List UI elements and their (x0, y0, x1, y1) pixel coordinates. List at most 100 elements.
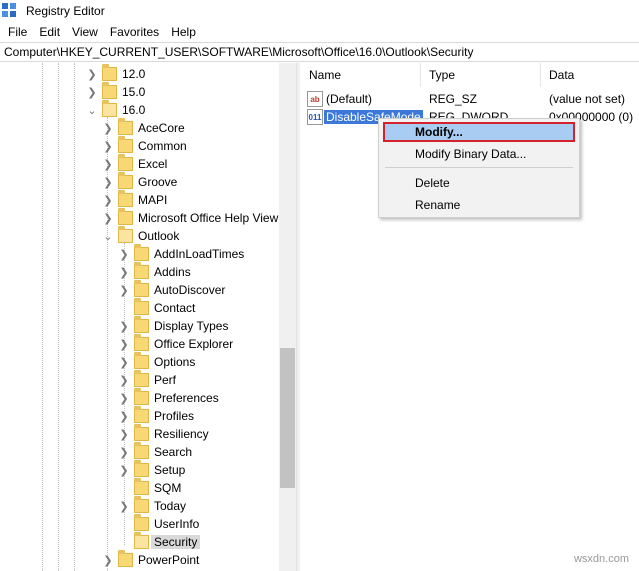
folder-icon (134, 442, 149, 459)
chevron-down-icon[interactable]: ⌄ (86, 101, 98, 119)
tree-item-excel[interactable]: ❯ Excel (102, 154, 168, 173)
tree-item-mapi[interactable]: ❯ MAPI (102, 190, 168, 209)
pane-splitter[interactable] (296, 63, 300, 571)
chevron-right-icon[interactable]: ❯ (118, 425, 130, 443)
chevron-right-icon[interactable]: ❯ (118, 281, 130, 299)
registry-tree[interactable]: ❯ 12.0 ❯ 15.0 ⌄ 16.0 ❯ AceCore ❯ Common … (0, 63, 296, 571)
menu-edit[interactable]: Edit (33, 25, 66, 39)
tree-item-label: Display Types (154, 319, 229, 333)
chevron-right-icon[interactable]: ❯ (118, 353, 130, 371)
tree-item-16-0[interactable]: ⌄ 16.0 (86, 100, 145, 119)
tree-item-label: Addins (154, 265, 191, 279)
column-header-type[interactable]: Type (421, 63, 541, 87)
menu-file[interactable]: File (2, 25, 33, 39)
chevron-right-icon[interactable]: ❯ (102, 119, 114, 137)
tree-item-resiliency[interactable]: ❯ Resiliency (118, 424, 209, 443)
address-path[interactable]: Computer\HKEY_CURRENT_USER\SOFTWARE\Micr… (4, 45, 473, 59)
tree-item-label: Preferences (154, 391, 219, 405)
tree-item-label: MAPI (138, 193, 168, 207)
address-bar[interactable]: Computer\HKEY_CURRENT_USER\SOFTWARE\Micr… (0, 42, 639, 62)
column-header-name[interactable]: Name (301, 63, 421, 87)
folder-icon (134, 298, 149, 315)
chevron-right-icon[interactable]: ❯ (102, 209, 114, 227)
column-header-data[interactable]: Data (541, 63, 639, 87)
menu-separator (385, 167, 573, 168)
tree-item-search[interactable]: ❯ Search (118, 442, 192, 461)
chevron-right-icon[interactable]: ❯ (118, 407, 130, 425)
context-menu: Modify... Modify Binary Data... Delete R… (378, 118, 580, 218)
chevron-right-icon[interactable]: ❯ (118, 389, 130, 407)
tree-item-15-0[interactable]: ❯ 15.0 (86, 82, 145, 101)
chevron-right-icon[interactable]: ❯ (102, 191, 114, 209)
chevron-right-icon[interactable]: ❯ (118, 317, 130, 335)
tree-item-today[interactable]: ❯ Today (118, 496, 187, 515)
tree-scrollbar[interactable] (279, 63, 296, 571)
menu-item-modify[interactable]: Modify... (383, 122, 575, 142)
menu-view[interactable]: View (66, 25, 104, 39)
chevron-right-icon[interactable]: ❯ (118, 335, 130, 353)
chevron-right-icon[interactable]: ❯ (102, 137, 114, 155)
tree-item-sqm[interactable]: ❯ SQM (118, 478, 181, 497)
tree-item-perf[interactable]: ❯ Perf (118, 370, 176, 389)
chevron-right-icon[interactable]: ❯ (118, 371, 130, 389)
tree-item-acecore[interactable]: ❯ AceCore (102, 118, 185, 137)
menu-bar: File Edit View Favorites Help (0, 22, 639, 42)
tree-item-userinfo[interactable]: ❯ UserInfo (118, 514, 200, 533)
chevron-right-icon[interactable]: ❯ (102, 155, 114, 173)
tree-item-security[interactable]: ❯ Security (118, 532, 201, 551)
folder-icon (118, 172, 133, 189)
chevron-right-icon[interactable]: ❯ (118, 443, 130, 461)
chevron-right-icon[interactable]: ❯ (102, 551, 114, 569)
tree-item-label: Profiles (154, 409, 195, 423)
tree-item-label: Setup (154, 463, 186, 477)
tree-scroll-thumb[interactable] (280, 348, 295, 488)
tree-guide-line (58, 63, 59, 571)
chevron-down-icon[interactable]: ⌄ (102, 227, 114, 245)
tree-item-office-help-viewer[interactable]: ❯ Microsoft Office Help View (102, 208, 278, 227)
chevron-right-icon[interactable]: ❯ (86, 83, 98, 101)
menu-item-delete[interactable]: Delete (383, 173, 575, 193)
folder-icon (118, 550, 133, 567)
tree-item-label: Excel (138, 157, 168, 171)
menu-item-modify-binary-data[interactable]: Modify Binary Data... (383, 144, 575, 164)
tree-item-outlook[interactable]: ⌄ Outlook (102, 226, 179, 245)
folder-icon (118, 208, 133, 225)
folder-icon (134, 406, 149, 423)
menu-help[interactable]: Help (165, 25, 202, 39)
tree-item-label: UserInfo (154, 517, 200, 531)
value-row-default[interactable]: ab (Default) REG_SZ (value not set) (301, 90, 639, 108)
menu-item-rename[interactable]: Rename (383, 195, 575, 215)
window-title: Registry Editor (26, 4, 105, 18)
tree-item-contact[interactable]: ❯ Contact (118, 298, 195, 317)
tree-item-groove[interactable]: ❯ Groove (102, 172, 177, 191)
tree-item-label: Today (154, 499, 187, 513)
tree-item-profiles[interactable]: ❯ Profiles (118, 406, 195, 425)
tree-item-display-types[interactable]: ❯ Display Types (118, 316, 229, 335)
tree-item-label: AddInLoadTimes (154, 247, 245, 261)
chevron-right-icon[interactable]: ❯ (118, 263, 130, 281)
folder-icon (134, 478, 149, 495)
chevron-right-icon[interactable]: ❯ (86, 65, 98, 83)
tree-item-label: PowerPoint (138, 553, 200, 567)
folder-icon (134, 244, 149, 261)
tree-item-options[interactable]: ❯ Options (118, 352, 196, 371)
dword-value-icon: 011 (307, 109, 323, 125)
chevron-right-icon[interactable]: ❯ (118, 245, 130, 263)
chevron-right-icon[interactable]: ❯ (118, 497, 130, 515)
chevron-right-icon[interactable]: ❯ (118, 461, 130, 479)
folder-open-icon (134, 532, 149, 549)
tree-item-office-explorer[interactable]: ❯ Office Explorer (118, 334, 233, 353)
menu-favorites[interactable]: Favorites (104, 25, 165, 39)
tree-item-setup[interactable]: ❯ Setup (118, 460, 186, 479)
tree-item-autodiscover[interactable]: ❯ AutoDiscover (118, 280, 225, 299)
folder-icon (134, 280, 149, 297)
tree-item-addinloadtimes[interactable]: ❯ AddInLoadTimes (118, 244, 245, 263)
folder-icon (118, 154, 133, 171)
tree-item-label: Options (154, 355, 196, 369)
tree-item-powerpoint[interactable]: ❯ PowerPoint (102, 550, 200, 569)
chevron-right-icon[interactable]: ❯ (102, 173, 114, 191)
tree-item-preferences[interactable]: ❯ Preferences (118, 388, 219, 407)
tree-item-addins[interactable]: ❯ Addins (118, 262, 191, 281)
tree-item-12-0[interactable]: ❯ 12.0 (86, 64, 145, 83)
tree-item-common[interactable]: ❯ Common (102, 136, 187, 155)
